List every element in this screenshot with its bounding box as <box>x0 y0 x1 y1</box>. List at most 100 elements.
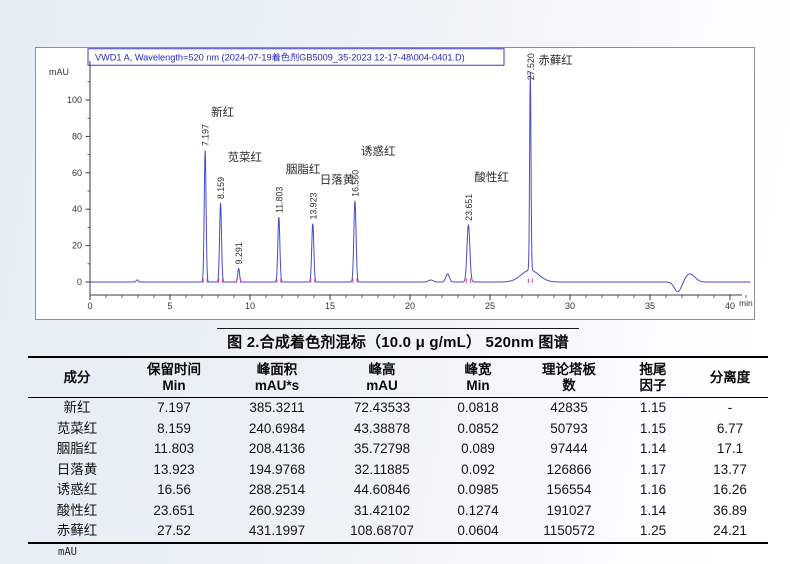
peak-results-table: 成分保留时间 Min峰面积 mAU*s峰高 mAU峰宽 Min理论塔板 数拖尾 … <box>28 356 768 544</box>
y-tick-label: 100 <box>67 95 82 105</box>
figure-caption: 图 2.合成着色剂混标（10.0 μ g/mL） 520nm 图谱 <box>217 328 579 353</box>
peak-name-label: 胭脂红 <box>286 162 321 176</box>
table-row: 胭脂红11.803208.413635.727980.089974441.141… <box>28 439 768 460</box>
table-cell: 6.77 <box>692 419 768 440</box>
table-row: 赤藓红27.52431.1997108.687070.060411505721.… <box>28 521 768 543</box>
report-page: VWD1 A, Wavelength=520 nm (2024-07-19着色剂… <box>0 0 790 564</box>
table-cell: 苋菜红 <box>28 419 126 440</box>
x-tick-label: 40 <box>725 301 735 311</box>
table-cell: 0.0852 <box>432 419 524 440</box>
table-cell: 35.72798 <box>332 439 432 460</box>
table-cell: 胭脂红 <box>28 439 126 460</box>
peak-name-label: 日落黄 <box>320 173 355 187</box>
chromatogram-figure: VWD1 A, Wavelength=520 nm (2024-07-19着色剂… <box>35 47 755 320</box>
table-cell: 72.43533 <box>332 398 432 419</box>
column-header: 拖尾 因子 <box>614 357 692 398</box>
table-cell: 1.15 <box>614 398 692 419</box>
table-row: 日落黄13.923194.976832.118850.0921268661.17… <box>28 460 768 481</box>
table-cell: 0.092 <box>432 460 524 481</box>
table-cell: - <box>692 398 768 419</box>
trace-layer <box>90 72 750 291</box>
column-header: 峰高 mAU <box>332 357 432 398</box>
x-tick-label: 0 <box>87 301 92 311</box>
column-header: 峰宽 Min <box>432 357 524 398</box>
y-tick-label: 80 <box>72 131 82 141</box>
column-header: 分离度 <box>692 357 768 398</box>
table-cell: 13.77 <box>692 460 768 481</box>
x-tick-label: 5 <box>167 301 172 311</box>
table-cell: 0.0604 <box>432 521 524 543</box>
table-cell: 11.803 <box>126 439 222 460</box>
figure-caption-row: 图 2.合成着色剂混标（10.0 μ g/mL） 520nm 图谱 <box>28 328 768 353</box>
table-cell: 36.89 <box>692 501 768 522</box>
table-cell: 17.1 <box>692 439 768 460</box>
table-cell: 23.651 <box>126 501 222 522</box>
table-cell: 诱惑红 <box>28 480 126 501</box>
x-tick-label: 35 <box>645 301 655 311</box>
table-cell: 240.6984 <box>222 419 332 440</box>
table-row: 酸性红23.651260.923931.421020.12741910271.1… <box>28 501 768 522</box>
column-header: 峰面积 mAU*s <box>222 357 332 398</box>
table-cell: 44.60846 <box>332 480 432 501</box>
table-header-row: 成分保留时间 Min峰面积 mAU*s峰高 mAU峰宽 Min理论塔板 数拖尾 … <box>28 357 768 398</box>
table-cell: 50793 <box>524 419 614 440</box>
peak-name-label: 新红 <box>211 105 234 119</box>
table-cell: 新红 <box>28 398 126 419</box>
table-cell: 24.21 <box>692 521 768 543</box>
peak-name-label: 诱惑红 <box>361 144 396 158</box>
column-header: 理论塔板 数 <box>524 357 614 398</box>
table-cell: 1.25 <box>614 521 692 543</box>
table-cell: 126866 <box>524 460 614 481</box>
table-cell: 260.9239 <box>222 501 332 522</box>
table-cell: 32.11885 <box>332 460 432 481</box>
table-cell: 194.9768 <box>222 460 332 481</box>
peak-name-label: 酸性红 <box>474 170 509 184</box>
table-cell: 42835 <box>524 398 614 419</box>
table-cell: 1.14 <box>614 501 692 522</box>
x-tick-label: 10 <box>245 301 255 311</box>
table-cell: 27.52 <box>126 521 222 543</box>
peak-rt-label: 27.520 <box>526 53 536 80</box>
signal-title: VWD1 A, Wavelength=520 nm (2024-07-19着色剂… <box>95 52 465 63</box>
column-header: 保留时间 Min <box>126 357 222 398</box>
y-tick-label: 40 <box>72 204 82 214</box>
table-cell: 385.3211 <box>222 398 332 419</box>
table-cell: 1.14 <box>614 439 692 460</box>
x-tick-label: 25 <box>485 301 495 311</box>
table-cell: 16.26 <box>692 480 768 501</box>
table-cell: 288.2514 <box>222 480 332 501</box>
peak-rt-label: 11.803 <box>274 187 284 213</box>
y-axis-unit-label: mAU <box>49 67 69 77</box>
axes: 0204060801000510152025303540 <box>67 61 746 311</box>
table-cell: 31.42102 <box>332 501 432 522</box>
peak-rt-label: 13.923 <box>308 193 318 220</box>
table-cell: 7.197 <box>126 398 222 419</box>
table-cell: 156554 <box>524 480 614 501</box>
table-row: 新红7.197385.321172.435330.0818428351.15- <box>28 398 768 419</box>
table-cell: 43.38878 <box>332 419 432 440</box>
table-cell: 108.68707 <box>332 521 432 543</box>
table-cell: 0.1274 <box>432 501 524 522</box>
peak-rt-label: 23.651 <box>464 194 474 221</box>
table-cell: 13.923 <box>126 460 222 481</box>
table-cell: 赤藓红 <box>28 521 126 543</box>
x-tick-label: 15 <box>325 301 335 311</box>
table-cell: 431.1997 <box>222 521 332 543</box>
x-tick-label: 20 <box>405 301 415 311</box>
table-cell: 208.4136 <box>222 439 332 460</box>
peak-rt-label: 9.291 <box>234 242 244 264</box>
y-tick-label: 0 <box>77 277 82 287</box>
peak-name-label: 赤藓红 <box>538 54 573 67</box>
peak-labels-layer: 7.197新红8.159苋菜红9.29111.803胭脂红13.923日落黄16… <box>201 53 573 264</box>
peak-rt-label: 8.159 <box>216 177 226 199</box>
peak-rt-label: 7.197 <box>201 124 211 146</box>
table-cell: 0.0985 <box>432 480 524 501</box>
x-axis-unit-label: min <box>739 298 753 308</box>
table-cell: 97444 <box>524 439 614 460</box>
table-cell: 日落黄 <box>28 460 126 481</box>
y-tick-label: 60 <box>72 168 82 178</box>
table-cell: 0.0818 <box>432 398 524 419</box>
table-cell: 191027 <box>524 501 614 522</box>
table-cell: 1150572 <box>524 521 614 543</box>
table-cell: 1.15 <box>614 419 692 440</box>
